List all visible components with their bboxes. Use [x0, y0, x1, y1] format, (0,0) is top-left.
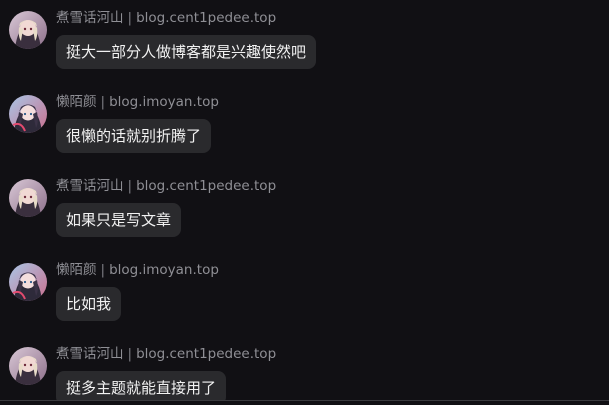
meta-separator: | [127, 346, 133, 362]
anime-girl-avatar-icon[interactable] [9, 179, 47, 217]
message-bubble[interactable]: 比如我 [56, 287, 122, 321]
sender-name[interactable]: 懒陌颜 [56, 94, 97, 110]
message-meta: 懒陌颜 | blog.imoyan.top [56, 261, 219, 279]
sender-site-link[interactable]: blog.cent1pedee.top [136, 178, 276, 194]
sender-name[interactable]: 煮雪话河山 [56, 346, 124, 362]
sender-site-link[interactable]: blog.cent1pedee.top [136, 346, 276, 362]
message-meta: 懒陌颜 | blog.imoyan.top [56, 93, 219, 111]
anime-girl-avatar-icon[interactable] [9, 263, 47, 301]
bottom-divider [0, 400, 609, 401]
chat-message: 煮雪话河山 | blog.cent1pedee.top 挺多主题就能直接用了 [0, 341, 609, 400]
sender-site-link[interactable]: blog.imoyan.top [109, 262, 219, 278]
sender-name[interactable]: 煮雪话河山 [56, 178, 124, 194]
message-bubble[interactable]: 如果只是写文章 [56, 203, 182, 237]
meta-separator: | [127, 10, 133, 26]
message-meta: 煮雪话河山 | blog.cent1pedee.top [56, 345, 276, 363]
chat-log: 煮雪话河山 | blog.cent1pedee.top 挺大一部分人做博客都是兴趣使… [0, 0, 609, 405]
sender-site-link[interactable]: blog.imoyan.top [109, 94, 219, 110]
meta-separator: | [127, 178, 133, 194]
message-bubble[interactable]: 很懒的话就别折腾了 [56, 119, 212, 153]
chat-message: 煮雪话河山 | blog.cent1pedee.top 挺大一部分人做博客都是兴趣使… [0, 5, 609, 85]
chat-message: 懒陌颜 | blog.imoyan.top 很懒的话就别折腾了 [0, 89, 609, 169]
sender-name[interactable]: 煮雪话河山 [56, 10, 124, 26]
chat-message: 煮雪话河山 | blog.cent1pedee.top 如果只是写文章 [0, 173, 609, 253]
anime-girl-avatar-icon[interactable] [9, 11, 47, 49]
meta-separator: | [100, 262, 106, 278]
sender-name[interactable]: 懒陌颜 [56, 262, 97, 278]
anime-girl-avatar-icon[interactable] [9, 95, 47, 133]
message-bubble[interactable]: 挺大一部分人做博客都是兴趣使然吧 [56, 35, 317, 69]
message-meta: 煮雪话河山 | blog.cent1pedee.top [56, 177, 276, 195]
message-bubble[interactable]: 挺多主题就能直接用了 [56, 371, 227, 400]
message-meta: 煮雪话河山 | blog.cent1pedee.top [56, 9, 276, 27]
chat-message: 懒陌颜 | blog.imoyan.top 比如我 [0, 257, 609, 337]
anime-girl-avatar-icon[interactable] [9, 347, 47, 385]
meta-separator: | [100, 94, 106, 110]
sender-site-link[interactable]: blog.cent1pedee.top [136, 10, 276, 26]
